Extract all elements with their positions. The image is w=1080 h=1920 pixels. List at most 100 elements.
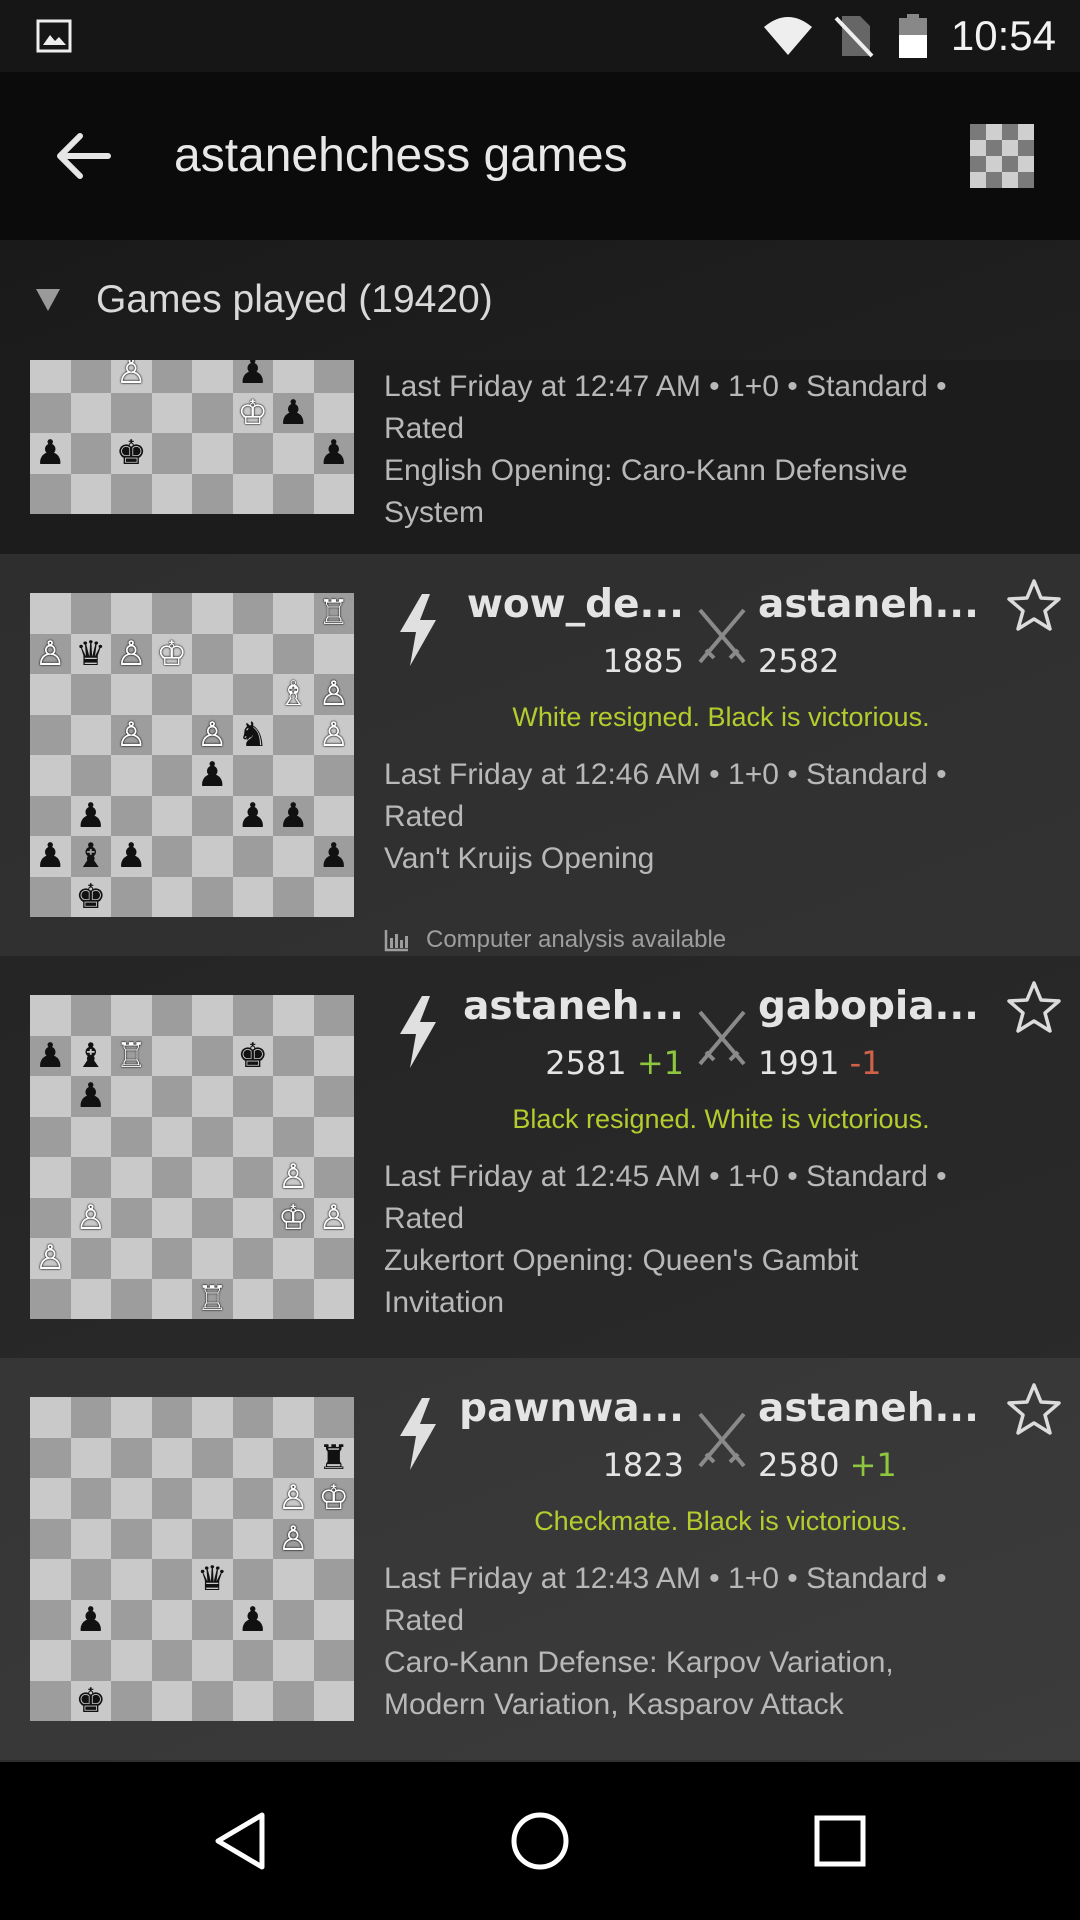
game-item[interactable]: ♜ ♙ ♔ ♙ ♛ ♟ ♟ ♚ pawnwa... 1823 astaneh... 2580 … (0, 1358, 1080, 1760)
board-square (192, 795, 233, 836)
board-square: ♞ (232, 714, 273, 755)
board-square (313, 473, 354, 514)
nav-back-button[interactable] (160, 1762, 320, 1920)
arrow-left-icon (57, 133, 111, 179)
board-square (232, 1278, 273, 1319)
board-square (151, 1157, 192, 1198)
board-square: ♙ (273, 1518, 314, 1559)
board-square: ♚ (111, 433, 152, 474)
board-square: ♔ (151, 633, 192, 674)
white-rook-piece: ♖ (318, 593, 349, 634)
black-pawn-piece: ♟ (197, 755, 228, 796)
board-square (30, 1599, 71, 1640)
board-square (192, 1157, 233, 1198)
board-square (273, 714, 314, 755)
system-nav-bar (0, 1762, 1080, 1920)
board-square (273, 1640, 314, 1681)
board-square: ♚ (70, 876, 111, 917)
board-view-button[interactable] (970, 124, 1034, 188)
bar-chart-icon (384, 930, 408, 952)
black-player-name[interactable]: astaneh... (758, 582, 979, 627)
nav-home-button[interactable] (460, 1762, 620, 1920)
board-square (192, 1197, 233, 1238)
board-square (30, 1640, 71, 1681)
board-square (30, 1116, 71, 1157)
board-square (111, 473, 152, 514)
home-circle-icon (511, 1812, 569, 1870)
games-list[interactable]: Games played (19420) Last Friday at 12:4… (0, 240, 1080, 1762)
board-square (30, 714, 71, 755)
board-square (313, 1518, 354, 1559)
no-sim-icon (834, 0, 874, 72)
game-item[interactable]: ♖ ♙ ♛ ♙ ♔ ♗ ♙ ♙ ♙ ♞ ♙ ♟ ♟ ♟ ♟ ♟ ♝ ♟ ♟ ♚ wow_de... 1885 asta… (0, 554, 1080, 956)
black-player-rating: 2580 +1 (758, 1446, 897, 1484)
bullet-lightning-icon (400, 996, 436, 1068)
wifi-icon (762, 0, 814, 72)
board-square: ♟ (273, 392, 314, 433)
board-square (232, 1680, 273, 1721)
black-pawn-piece: ♟ (75, 795, 106, 836)
board-square (273, 1076, 314, 1117)
board-square (151, 1116, 192, 1157)
board-square (192, 1076, 233, 1117)
board-square (111, 593, 152, 634)
board-square (192, 1397, 233, 1438)
star-icon[interactable] (1006, 1382, 1062, 1438)
star-icon[interactable] (1006, 578, 1062, 634)
board-square (232, 433, 273, 474)
back-button[interactable] (40, 112, 128, 200)
black-queen-piece: ♛ (75, 633, 106, 674)
section-title: Games played (19420) (96, 278, 493, 321)
board-square (232, 1076, 273, 1117)
board-square: ♙ (273, 1157, 314, 1198)
board-square (192, 674, 233, 715)
board-square: ♔ (232, 392, 273, 433)
white-pawn-piece: ♙ (197, 714, 228, 755)
board-square: ♟ (70, 1076, 111, 1117)
board-square (111, 1518, 152, 1559)
board-square (30, 1518, 71, 1559)
board-square (30, 1437, 71, 1478)
black-player-name[interactable]: astaneh... (758, 1386, 979, 1431)
board-square (111, 1157, 152, 1198)
board-square: ♙ (313, 714, 354, 755)
board-square: ♛ (70, 633, 111, 674)
chess-board: ♟ ♝ ♖ ♚ ♟ ♙ ♙ ♔ ♙ ♙ ♖ (30, 995, 354, 1319)
board-square: ♟ (111, 836, 152, 877)
board-square: ♟ (192, 755, 233, 796)
board-square: ♟ (273, 795, 314, 836)
board-square (273, 1599, 314, 1640)
recents-square-icon (814, 1815, 866, 1867)
checkerboard-icon (970, 124, 1034, 188)
rating-change: -1 (849, 1044, 882, 1082)
board-square (30, 674, 71, 715)
board-square: ♝ (70, 1035, 111, 1076)
board-square (273, 1397, 314, 1438)
black-player-name[interactable]: gabopia... (758, 984, 979, 1029)
board-square (151, 1397, 192, 1438)
board-square (151, 714, 192, 755)
game-result: Checkmate. Black is victorious. (534, 1506, 908, 1536)
board-square (313, 1278, 354, 1319)
white-pawn-piece: ♙ (278, 1478, 309, 1519)
board-square (313, 995, 354, 1036)
board-square (70, 593, 111, 634)
games-played-header[interactable]: Games played (19420) (0, 240, 1080, 360)
star-icon[interactable] (1006, 980, 1062, 1036)
white-player-name[interactable]: wow_de... (467, 582, 684, 627)
bullet-lightning-icon (400, 594, 436, 666)
rating-value: 2581 (545, 1044, 627, 1082)
rating-value: 2582 (758, 642, 840, 680)
nav-recents-button[interactable] (760, 1762, 920, 1920)
board-square (70, 360, 111, 393)
white-player-name[interactable]: astaneh... (463, 984, 684, 1029)
board-square (313, 1599, 354, 1640)
rating-change: +1 (636, 1044, 684, 1082)
board-square (273, 360, 314, 393)
board-square (111, 1478, 152, 1519)
board-square (30, 1076, 71, 1117)
white-pawn-piece: ♙ (278, 1518, 309, 1559)
board-square (70, 1116, 111, 1157)
game-item[interactable]: ♟ ♝ ♖ ♚ ♟ ♙ ♙ ♔ ♙ ♙ ♖ astaneh... 2581 +1 gabopia..… (0, 956, 1080, 1358)
white-player-name[interactable]: pawnwa... (459, 1386, 684, 1431)
